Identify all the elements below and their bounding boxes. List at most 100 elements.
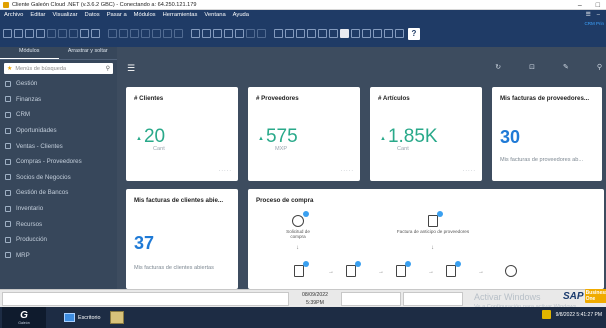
sidebar-item-bancos[interactable]: Gestión de Bancos <box>0 185 117 201</box>
logoff-icon[interactable] <box>362 29 371 38</box>
first-record-icon[interactable] <box>108 29 117 38</box>
fax-icon[interactable] <box>69 29 78 38</box>
last-record-icon[interactable] <box>141 29 150 38</box>
menu-datos[interactable]: Datos <box>85 12 100 18</box>
add-icon[interactable] <box>80 29 89 38</box>
favorite-star-icon[interactable]: ★ <box>7 65 12 72</box>
user-icon[interactable] <box>318 29 327 38</box>
process-node-payment[interactable] <box>444 261 461 279</box>
menu-herramientas[interactable]: Herramientas <box>163 12 198 18</box>
card-more-dots[interactable]: ..... <box>219 167 232 173</box>
lock-icon[interactable] <box>329 29 338 38</box>
sidebar-item-compras[interactable]: Compras - Proveedores <box>0 154 117 170</box>
relationship-map-icon[interactable] <box>213 29 222 38</box>
system-tray: 9/8/2022 5:41:27 PM <box>541 310 602 319</box>
menu-pasar-a[interactable]: Pasar a <box>107 12 127 18</box>
prev-record-icon[interactable] <box>119 29 128 38</box>
print-icon[interactable] <box>14 29 23 38</box>
next-record-icon[interactable] <box>130 29 139 38</box>
start-button[interactable]: G Galeón <box>2 307 46 328</box>
search-placeholder: Menús de búsqueda <box>15 65 67 72</box>
sidebar-item-oportunidades[interactable]: Oportunidades <box>0 123 117 139</box>
kpi-card-clientes[interactable]: # Clientes ▲ 20 Cant ..... <box>126 87 238 181</box>
menu-visualizar[interactable]: Visualizar <box>53 12 78 18</box>
maximize-button[interactable]: □ <box>596 2 600 9</box>
calendar-icon[interactable] <box>257 29 266 38</box>
target-doc-icon[interactable] <box>202 29 211 38</box>
window-icon[interactable] <box>373 29 382 38</box>
vendor-icon <box>505 265 517 277</box>
process-node-receipt[interactable] <box>344 261 361 279</box>
menu-search-input[interactable]: ★ Menús de búsqueda ⚲ <box>4 63 113 74</box>
sidebar-item-produccion[interactable]: Producción <box>0 232 117 248</box>
form-settings-icon[interactable] <box>285 29 294 38</box>
partners-icon <box>5 174 11 181</box>
copy-icon[interactable] <box>91 29 100 38</box>
query-icon[interactable] <box>296 29 305 38</box>
card-facturas-clientes[interactable]: Mis facturas de clientes abie... 37 Mis … <box>126 189 238 289</box>
menu-options-icon[interactable]: ☰ <box>586 12 591 18</box>
card-more-dots[interactable]: ..... <box>341 167 354 173</box>
process-node-vendor[interactable] <box>504 265 518 279</box>
tray-app-icon[interactable] <box>541 310 551 319</box>
process-node-order[interactable] <box>292 261 309 279</box>
refresh-icon[interactable] <box>152 29 161 38</box>
menu-editar[interactable]: Editar <box>30 12 45 18</box>
sort-icon[interactable] <box>174 29 183 38</box>
kpi-card-articulos[interactable]: # Artículos ▲ 1.85K Cant ..... <box>370 87 482 181</box>
sidebar-item-mrp[interactable]: MRP <box>0 248 117 264</box>
hamburger-menu-icon[interactable]: ☰ <box>127 63 135 74</box>
advance-invoice-icon <box>428 211 443 227</box>
tab-drag-drop[interactable]: Arrastrar y soltar <box>59 47 118 59</box>
sales-icon <box>5 143 11 150</box>
sidebar-item-finanzas[interactable]: Finanzas <box>0 92 117 108</box>
sidebar-item-inventario[interactable]: Inventario <box>0 201 117 217</box>
card-more-dots[interactable]: ..... <box>463 167 476 173</box>
layout-icon[interactable] <box>340 29 349 38</box>
sidebar-item-ventas[interactable]: Ventas - Clientes <box>0 138 117 154</box>
export-icon[interactable] <box>36 29 45 38</box>
refresh-icon[interactable]: ↻ <box>495 63 501 71</box>
find-icon[interactable] <box>3 29 12 38</box>
menu-archivo[interactable]: Archivo <box>4 12 23 18</box>
preview-icon[interactable] <box>25 29 34 38</box>
email-icon[interactable] <box>47 29 56 38</box>
messages-icon[interactable] <box>246 29 255 38</box>
grid-icon[interactable] <box>384 29 393 38</box>
taskbar-app-icon[interactable] <box>110 311 124 324</box>
desktop-button[interactable]: Escritorio <box>64 310 100 325</box>
process-node-factura-anticipo[interactable]: Factura de anticipo de proveedores <box>378 211 488 234</box>
menu-minimize-icon[interactable]: – <box>597 12 600 18</box>
widget-gallery-icon[interactable]: ⊡ <box>529 63 535 71</box>
sidebar-item-crm[interactable]: CRM <box>0 107 117 123</box>
alerts-icon[interactable] <box>351 29 360 38</box>
filter-icon[interactable] <box>163 29 172 38</box>
edit-icon[interactable] <box>395 29 404 38</box>
search-icon[interactable]: ⚲ <box>597 63 602 71</box>
sidebar-item-recursos[interactable]: Recursos <box>0 216 117 232</box>
minimize-button[interactable]: – <box>578 2 582 9</box>
sidebar-item-socios[interactable]: Socios de Negocios <box>0 170 117 186</box>
card-facturas-proveedores[interactable]: Mis facturas de proveedores... 30 Mis fa… <box>492 87 602 181</box>
menu-ventana[interactable]: Ventana <box>204 12 225 18</box>
sms-icon[interactable] <box>58 29 67 38</box>
card-subtitle: Mis facturas de clientes abiertas <box>134 265 214 271</box>
crm-link[interactable]: CRM Prin <box>584 21 604 26</box>
status-field-2 <box>341 292 401 306</box>
payment-icon[interactable] <box>235 29 244 38</box>
sidebar-item-gestion[interactable]: Gestión <box>0 76 117 92</box>
search-icon[interactable]: ⚲ <box>106 65 110 72</box>
gross-profit-icon[interactable] <box>224 29 233 38</box>
menu-ayuda[interactable]: Ayuda <box>233 12 249 18</box>
process-node-solicitud[interactable]: Solicitud de compra <box>278 211 318 240</box>
settings-icon[interactable] <box>274 29 283 38</box>
help-button[interactable]: ? <box>408 27 420 40</box>
process-node-invoice[interactable] <box>394 261 411 279</box>
tab-modulos[interactable]: Módulos <box>0 47 59 59</box>
menu-modulos[interactable]: Módulos <box>134 12 156 18</box>
kpi-card-proveedores[interactable]: # Proveedores ▲ 575 MXP ..... <box>248 87 360 181</box>
base-doc-icon[interactable] <box>191 29 200 38</box>
card-proceso-compra[interactable]: Proceso de compra Solicitud de compra ↓ … <box>248 189 604 289</box>
report-icon[interactable] <box>307 29 316 38</box>
edit-pencil-icon[interactable]: ✎ <box>563 63 569 71</box>
